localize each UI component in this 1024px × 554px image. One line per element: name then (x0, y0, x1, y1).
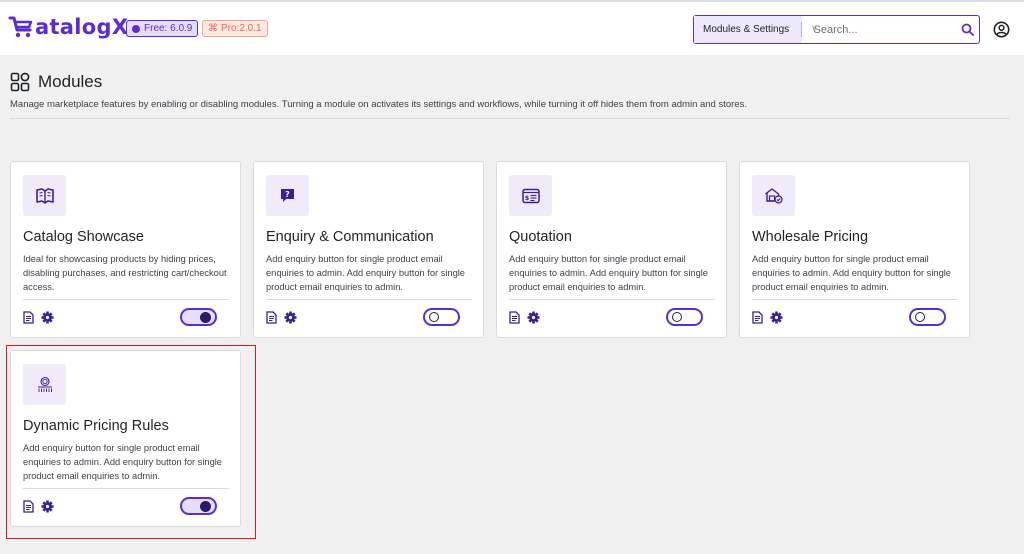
module-toggle[interactable] (909, 308, 946, 326)
module-title: Catalog Showcase (23, 229, 144, 245)
wholesale-house-icon (765, 188, 783, 204)
pro-version-badge: ⌘ Pro:2.0.1 (202, 20, 268, 37)
search-scope-select[interactable]: Modules & Settings ∨ (694, 16, 818, 43)
documentation-icon[interactable] (752, 311, 763, 324)
search-bar: Modules & Settings ∨ (693, 15, 980, 44)
card-divider (23, 299, 229, 300)
chevron-down-icon: ∨ (811, 23, 818, 33)
module-description: Add enquiry button for single product em… (266, 254, 465, 292)
page-description: Manage marketplace features by enabling … (10, 99, 747, 110)
module-description: Ideal for showcasing products by hiding … (23, 254, 227, 292)
search-icon (961, 23, 974, 36)
award-icon: ⌘ (208, 23, 218, 34)
module-description: Add enquiry button for single product em… (509, 254, 708, 292)
heading-divider (10, 118, 1010, 119)
module-icon-box (752, 175, 795, 216)
documentation-icon[interactable] (509, 311, 520, 324)
module-icon-box (23, 175, 66, 216)
settings-gear-icon[interactable] (770, 311, 783, 324)
module-card-quotation: $ Quotation Add enquiry button for singl… (496, 161, 727, 338)
search-button[interactable] (956, 16, 979, 43)
module-toggle[interactable] (666, 308, 703, 326)
catalog-book-icon (35, 187, 54, 204)
documentation-icon[interactable] (23, 311, 34, 324)
pro-version-label: Pro:2.0.1 (221, 23, 262, 34)
quotation-invoice-icon: $ (521, 188, 540, 203)
svg-text:$: $ (524, 194, 529, 202)
module-description: Add enquiry button for single product em… (752, 254, 951, 292)
settings-gear-icon[interactable] (527, 311, 540, 324)
toggle-knob (915, 312, 925, 322)
free-version-label: Free: 6.0.9 (144, 23, 193, 34)
module-icon-box: ? (266, 175, 309, 216)
module-title: Enquiry & Communication (266, 229, 434, 245)
module-title: Wholesale Pricing (752, 229, 869, 245)
cart-logo-icon (8, 16, 33, 38)
module-card-enquiry-communication: ? Enquiry & Communication Add enquiry bu… (253, 161, 484, 338)
free-version-badge: Free: 6.0.9 (126, 20, 199, 37)
user-account-icon[interactable] (993, 21, 1010, 38)
page-heading: Modules (10, 72, 102, 92)
module-card-wholesale-pricing: Wholesale Pricing Add enquiry button for… (739, 161, 970, 338)
svg-text:?: ? (285, 190, 290, 199)
settings-gear-icon[interactable] (284, 311, 297, 324)
search-scope-label: Modules & Settings (703, 24, 790, 35)
card-divider (266, 299, 472, 300)
toggle-knob (429, 312, 439, 322)
enquiry-chat-icon: ? (281, 189, 294, 202)
documentation-icon[interactable] (266, 311, 277, 324)
module-title: Quotation (509, 229, 572, 245)
top-header: atalogX Free: 6.0.9 ⌘ Pro:2.0.1 Modules … (0, 0, 1024, 55)
card-divider (752, 299, 958, 300)
toggle-knob (672, 312, 682, 322)
page-title: Modules (38, 72, 103, 91)
logo-text: atalogX (35, 15, 129, 39)
card-divider (509, 299, 715, 300)
module-card-catalog-showcase: Catalog Showcase Ideal for showcasing pr… (10, 161, 241, 338)
modules-grid-icon (10, 72, 30, 92)
module-toggle[interactable] (180, 308, 217, 326)
search-input[interactable] (801, 16, 956, 43)
module-toggle[interactable] (423, 308, 460, 326)
catalogx-logo[interactable]: atalogX (8, 15, 128, 39)
select-separator (801, 22, 802, 37)
highlight-box (6, 345, 256, 539)
settings-gear-icon[interactable] (41, 311, 54, 324)
toggle-knob (200, 311, 211, 323)
module-icon-box: $ (509, 175, 552, 216)
info-dot-icon (132, 24, 140, 33)
